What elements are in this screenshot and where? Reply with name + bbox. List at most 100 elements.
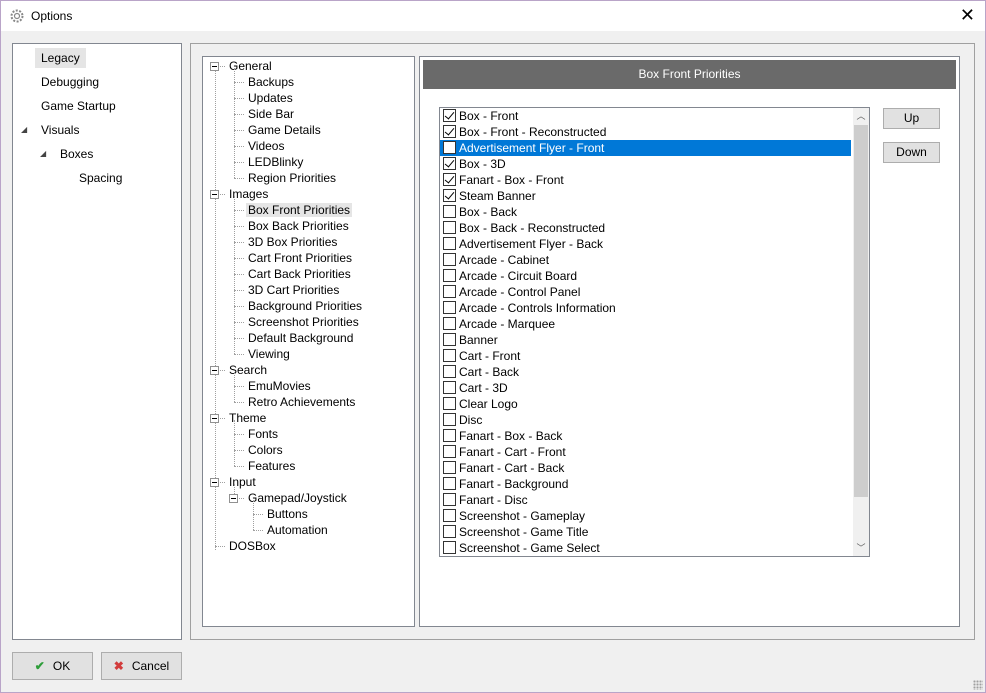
tree-node[interactable]: Features — [246, 458, 297, 474]
item-checkbox[interactable] — [443, 157, 456, 170]
item-checkbox[interactable] — [443, 397, 456, 410]
tree-node[interactable]: Viewing — [246, 346, 292, 362]
tree-node[interactable]: Cart Front Priorities — [246, 250, 354, 266]
collapse-toggle-icon[interactable] — [210, 366, 219, 375]
tree-node[interactable]: DOSBox — [227, 538, 278, 554]
item-checkbox[interactable] — [443, 173, 456, 186]
tree-node[interactable]: Fonts — [246, 426, 280, 442]
item-checkbox[interactable] — [443, 221, 456, 234]
item-checkbox[interactable] — [443, 141, 456, 154]
nav-item-visuals[interactable]: Visuals — [41, 120, 79, 140]
cancel-button[interactable]: ✖ Cancel — [101, 652, 182, 680]
list-item[interactable]: Fanart - Box - Front — [440, 172, 851, 188]
collapse-toggle-icon[interactable] — [210, 62, 219, 71]
collapse-toggle-icon[interactable] — [229, 494, 238, 503]
tree-node[interactable]: LEDBlinky — [246, 154, 305, 170]
item-checkbox[interactable] — [443, 253, 456, 266]
scroll-down-icon[interactable]: ﹀ — [853, 540, 869, 556]
item-checkbox[interactable] — [443, 109, 456, 122]
list-item[interactable]: Fanart - Cart - Back — [440, 460, 851, 476]
list-item[interactable]: Banner — [440, 332, 851, 348]
tree-node[interactable]: Input — [227, 474, 258, 490]
tree-node[interactable]: Buttons — [265, 506, 310, 522]
vertical-scrollbar[interactable]: ︿ ﹀ — [853, 108, 869, 556]
item-checkbox[interactable] — [443, 349, 456, 362]
tree-node[interactable]: Cart Back Priorities — [246, 266, 353, 282]
item-checkbox[interactable] — [443, 381, 456, 394]
list-item[interactable]: Advertisement Flyer - Back — [440, 236, 851, 252]
item-checkbox[interactable] — [443, 541, 456, 554]
list-item[interactable]: Clear Logo — [440, 396, 851, 412]
list-item[interactable]: Cart - 3D — [440, 380, 851, 396]
tree-node[interactable]: Side Bar — [246, 106, 296, 122]
item-checkbox[interactable] — [443, 301, 456, 314]
item-checkbox[interactable] — [443, 461, 456, 474]
list-item[interactable]: Box - Back — [440, 204, 851, 220]
ok-button[interactable]: ✔ OK — [12, 652, 93, 680]
list-item[interactable]: Arcade - Control Panel — [440, 284, 851, 300]
collapse-toggle-icon[interactable] — [210, 478, 219, 487]
tree-node[interactable]: 3D Cart Priorities — [246, 282, 341, 298]
list-item[interactable]: Box - Front — [440, 108, 851, 124]
tree-node[interactable]: EmuMovies — [246, 378, 313, 394]
list-item[interactable]: Fanart - Box - Back — [440, 428, 851, 444]
tree-node[interactable]: Gamepad/Joystick — [246, 490, 349, 506]
nav-item-legacy[interactable]: Legacy — [35, 48, 86, 68]
resize-grip-icon[interactable] — [973, 680, 983, 690]
item-checkbox[interactable] — [443, 429, 456, 442]
item-checkbox[interactable] — [443, 493, 456, 506]
scroll-thumb[interactable] — [854, 125, 868, 497]
tree-node[interactable]: Automation — [265, 522, 330, 538]
item-checkbox[interactable] — [443, 365, 456, 378]
expanded-triangle-icon[interactable]: ◢ — [40, 149, 46, 158]
nav-item-debugging[interactable]: Debugging — [41, 72, 99, 92]
nav-item-boxes[interactable]: Boxes — [60, 144, 93, 164]
item-checkbox[interactable] — [443, 237, 456, 250]
tree-node[interactable]: Default Background — [246, 330, 355, 346]
list-item[interactable]: Fanart - Disc — [440, 492, 851, 508]
list-item[interactable]: Arcade - Marquee — [440, 316, 851, 332]
list-item[interactable]: Disc — [440, 412, 851, 428]
list-item[interactable]: Steam Banner — [440, 188, 851, 204]
scroll-up-icon[interactable]: ︿ — [853, 108, 869, 124]
tree-node[interactable]: Game Details — [246, 122, 323, 138]
list-item[interactable]: Box - Front - Reconstructed — [440, 124, 851, 140]
close-icon[interactable]: ✕ — [960, 5, 975, 25]
tree-node[interactable]: Backups — [246, 74, 296, 90]
tree-node[interactable]: Updates — [246, 90, 295, 106]
list-item[interactable]: Screenshot - Gameplay — [440, 508, 851, 524]
item-checkbox[interactable] — [443, 509, 456, 522]
collapse-toggle-icon[interactable] — [210, 414, 219, 423]
item-checkbox[interactable] — [443, 205, 456, 218]
tree-node[interactable]: Region Priorities — [246, 170, 338, 186]
item-checkbox[interactable] — [443, 269, 456, 282]
list-item[interactable]: Cart - Back — [440, 364, 851, 380]
list-item[interactable]: Arcade - Cabinet — [440, 252, 851, 268]
priority-list[interactable]: Box - Front Box - Front - Reconstructed Ad… — [439, 107, 870, 557]
tree-node[interactable]: Videos — [246, 138, 286, 154]
item-checkbox[interactable] — [443, 317, 456, 330]
list-item[interactable]: Fanart - Background — [440, 476, 851, 492]
move-up-button[interactable]: Up — [883, 108, 940, 129]
list-item[interactable]: Advertisement Flyer - Front — [440, 140, 851, 156]
list-item[interactable]: Arcade - Circuit Board — [440, 268, 851, 284]
tree-node[interactable]: Screenshot Priorities — [246, 314, 361, 330]
tree-node[interactable]: 3D Box Priorities — [246, 234, 339, 250]
tree-node[interactable]: Background Priorities — [246, 298, 364, 314]
list-item[interactable]: Box - Back - Reconstructed — [440, 220, 851, 236]
tree-node[interactable]: Retro Achievements — [246, 394, 357, 410]
item-checkbox[interactable] — [443, 525, 456, 538]
tree-node[interactable]: Box Front Priorities — [246, 202, 353, 218]
collapse-toggle-icon[interactable] — [210, 190, 219, 199]
item-checkbox[interactable] — [443, 445, 456, 458]
move-down-button[interactable]: Down — [883, 142, 940, 163]
list-item[interactable]: Fanart - Cart - Front — [440, 444, 851, 460]
list-item[interactable]: Screenshot - Game Title — [440, 524, 851, 540]
tree-node[interactable]: Box Back Priorities — [246, 218, 351, 234]
tree-node[interactable]: Colors — [246, 442, 285, 458]
item-checkbox[interactable] — [443, 413, 456, 426]
expanded-triangle-icon[interactable]: ◢ — [21, 125, 27, 134]
list-item[interactable]: Arcade - Controls Information — [440, 300, 851, 316]
list-item[interactable]: Box - 3D — [440, 156, 851, 172]
item-checkbox[interactable] — [443, 285, 456, 298]
